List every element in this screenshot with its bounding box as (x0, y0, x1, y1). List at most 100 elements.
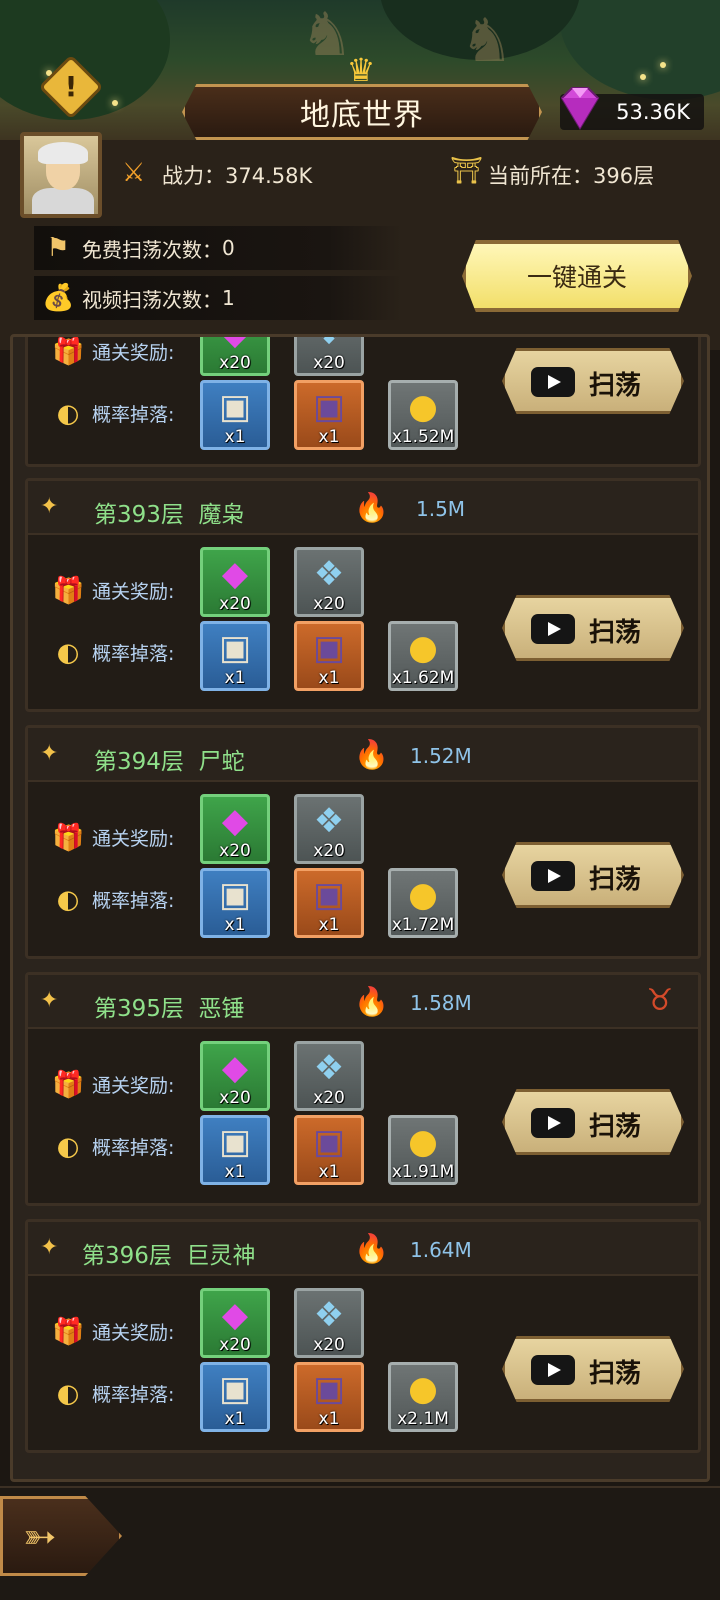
clear-reward-label: 通关奖励: (92, 342, 175, 364)
swords-icon: ⚔ (122, 158, 146, 188)
camera-icon (531, 614, 575, 644)
free-sweeps-row: ⚑ 免费扫荡次数： 0 (34, 226, 402, 270)
moon-icon: ◐ (56, 1132, 80, 1162)
gem-reward[interactable]: ◆x20 (200, 337, 270, 376)
pagoda-icon: ⛩ (450, 156, 484, 186)
moon-icon: ◐ (56, 885, 80, 915)
moon-icon: ◐ (56, 638, 80, 668)
flag-icon: ⚑ (46, 233, 70, 263)
drop-label: 概率掉落: (92, 643, 175, 665)
crystal-reward[interactable]: ❖x20 (294, 1288, 364, 1358)
boss-name: 魔枭 (198, 502, 245, 528)
required-power: 1.58M (410, 991, 472, 1015)
purple-chest-drop[interactable]: ▣ x1 (294, 1362, 364, 1432)
sweep-button[interactable]: 扫荡 (502, 1089, 684, 1155)
crystal-reward[interactable]: ❖x20 (294, 1041, 364, 1111)
coin-drop[interactable]: ● x1.52M (388, 380, 458, 450)
gem-reward[interactable]: ◆x20 (200, 1288, 270, 1358)
crystal-reward[interactable]: ❖x20 (294, 337, 364, 376)
camera-icon (531, 367, 575, 397)
gift-icon: 🎁 (52, 576, 85, 606)
floor-header: ✦ 第396层 巨灵神 🔥 1.64M (28, 1222, 698, 1276)
sweep-button[interactable]: 扫荡 (502, 348, 684, 414)
moon-icon: ◐ (56, 1379, 80, 1409)
camera-icon (531, 861, 575, 891)
free-sweeps-value: 0 (222, 236, 235, 260)
floor-number: 第394层 (94, 749, 184, 775)
star-icon: ✦ (40, 741, 59, 766)
video-sweeps-row: 💰 视频扫荡次数： 1 (34, 276, 402, 320)
clear-reward-label: 通关奖励: (92, 581, 175, 603)
purple-chest-drop[interactable]: ▣ x1 (294, 380, 364, 450)
floor-number: 第396层 (82, 1243, 172, 1269)
drop-label: 概率掉落: (92, 1137, 175, 1159)
back-arrow-icon: ➳ (23, 1514, 57, 1560)
crystal-reward[interactable]: ❖x20 (294, 547, 364, 617)
power-value: 374.58K (225, 164, 313, 188)
clear-reward-label: 通关奖励: (92, 1075, 175, 1097)
silver-chest-drop[interactable]: ▣ x1 (200, 868, 270, 938)
coin-drop[interactable]: ● x1.72M (388, 868, 458, 938)
coin-drop[interactable]: ● x1.62M (388, 621, 458, 691)
floor-card-396: ✦ 第396层 巨灵神 🔥 1.64M 🎁 通关奖励: ◆ x20 ❖ x20 ◐ … (25, 1219, 701, 1453)
page-title: 地底世界 (182, 84, 542, 140)
drop-label: 概率掉落: (92, 404, 175, 426)
gift-icon: 🎁 (52, 1317, 85, 1347)
floor-card-394: ✦ 第394层 尸蛇 🔥 1.52M 🎁 通关奖励: ◆ x20 ❖ x20 ◐ 概… (25, 725, 701, 959)
sweep-button[interactable]: 扫荡 (502, 842, 684, 908)
floor-list[interactable]: 🎁 通关奖励: ◆x20 ❖x20 ◐ 概率掉落: ▣x1 ▣x1 ●x1.52… (10, 334, 710, 1482)
clear-reward-label: 通关奖励: (92, 828, 175, 850)
flame-icon: 🔥 (354, 491, 389, 524)
crystal-reward[interactable]: ❖x20 (294, 794, 364, 864)
sweep-button[interactable]: 扫荡 (502, 595, 684, 661)
floor-number: 第395层 (94, 996, 184, 1022)
gem-icon (560, 87, 600, 130)
floor-header: ✦ 第393层 魔枭 🔥 1.5M (28, 481, 698, 535)
required-power: 1.64M (410, 1238, 472, 1262)
gift-icon: 🎁 (52, 1070, 85, 1100)
floor-card-395: ✦ 第395层 恶锤 🔥 1.58M ♉ 🎁 通关奖励: ◆ x20 ❖ x20 ◐… (25, 972, 701, 1206)
boss-name: 恶锤 (198, 996, 245, 1022)
star-icon: ✦ (40, 494, 59, 519)
required-power: 1.5M (416, 497, 466, 521)
drop-label: 概率掉落: (92, 1384, 175, 1406)
power-label: 战力：374.58K (162, 164, 313, 188)
gift-icon: 🎁 (52, 337, 85, 367)
boss-name: 巨灵神 (186, 1243, 256, 1269)
sweep-button[interactable]: 扫荡 (502, 1336, 684, 1402)
video-sweeps-value: 1 (222, 286, 235, 310)
gift-icon: 🎁 (52, 823, 85, 853)
drop-label: 概率掉落: (92, 890, 175, 912)
required-power: 1.52M (410, 744, 472, 768)
silver-chest-drop[interactable]: ▣ x1 (200, 621, 270, 691)
money-bag-icon: 💰 (42, 283, 75, 313)
gem-reward[interactable]: ◆x20 (200, 794, 270, 864)
silver-chest-drop[interactable]: ▣ x1 (200, 1362, 270, 1432)
camera-icon (531, 1108, 575, 1138)
boss-name: 尸蛇 (198, 749, 245, 775)
current-floor-value: 396层 (593, 164, 655, 188)
coin-drop[interactable]: ● x2.1M (388, 1362, 458, 1432)
floor-number: 第393层 (94, 502, 184, 528)
star-icon: ✦ (40, 1235, 59, 1260)
camera-icon (531, 1355, 575, 1385)
gem-reward[interactable]: ◆x20 (200, 547, 270, 617)
gem-reward[interactable]: ◆x20 (200, 1041, 270, 1111)
purple-chest-drop[interactable]: ▣ x1 (294, 621, 364, 691)
flame-icon: 🔥 (354, 985, 389, 1018)
purple-chest-drop[interactable]: ▣ x1 (294, 1115, 364, 1185)
purple-chest-drop[interactable]: ▣ x1 (294, 868, 364, 938)
avatar[interactable] (20, 132, 102, 218)
clear-reward-label: 通关奖励: (92, 1322, 175, 1344)
current-floor-label: 当前所在：396层 (488, 164, 655, 188)
silver-chest-drop[interactable]: ▣ x1 (200, 1115, 270, 1185)
floor-card-393: ✦ 第393层 魔枭 🔥 1.5M 🎁 通关奖励: ◆ x20 ❖ x20 ◐ 概率… (25, 478, 701, 712)
star-icon: ✦ (40, 988, 59, 1013)
boss-icon: ♉ (646, 983, 674, 1018)
floor-header: ✦ 第395层 恶锤 🔥 1.58M ♉ (28, 975, 698, 1029)
quick-clear-button[interactable]: 一键通关 (462, 240, 692, 312)
silver-chest-drop[interactable]: ▣ x1 (200, 380, 270, 450)
moon-icon: ◐ (56, 399, 80, 429)
flame-icon: 🔥 (354, 1232, 389, 1265)
coin-drop[interactable]: ● x1.91M (388, 1115, 458, 1185)
